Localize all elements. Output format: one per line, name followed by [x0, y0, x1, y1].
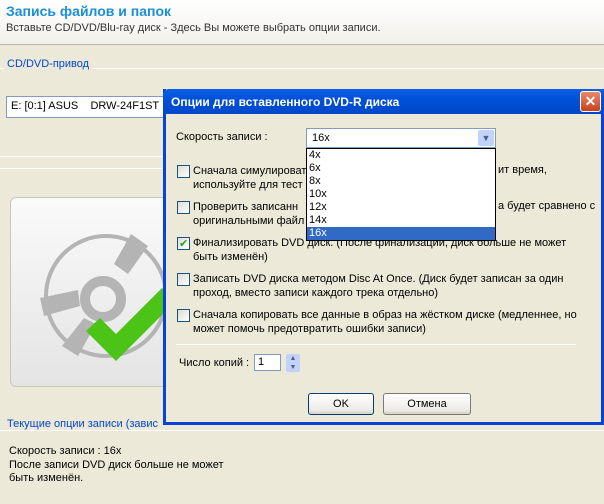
current-speed: Скорость записи : 16x — [9, 445, 122, 457]
speed-option[interactable]: 14x — [307, 214, 495, 227]
speed-select[interactable]: 16x ▼ — [306, 128, 496, 148]
dialog-title: Опции для вставленного DVD-R диска — [171, 95, 400, 109]
page-title: Запись файлов и папок — [6, 3, 172, 19]
cancel-button[interactable]: Отмена — [383, 393, 471, 415]
drive-select[interactable]: E: [0:1] ASUS DRW-24F1ST — [6, 96, 176, 118]
speed-option[interactable]: 10x — [307, 188, 495, 201]
disc-check-icon — [40, 234, 176, 361]
header: Запись файлов и папок Вставьте CD/DVD/Bl… — [0, 0, 604, 45]
speed-option[interactable]: 6x — [307, 162, 495, 175]
spin-down-icon[interactable]: ▼ — [286, 363, 300, 372]
copies-label: Число копий : — [179, 357, 250, 369]
option-line: проход, вместо записи каждого трека отде… — [193, 287, 439, 299]
option-label: Записать DVD диска методом Disc At Once.… — [193, 272, 583, 300]
current-note: После записи DVD диск больше не может — [9, 458, 224, 471]
option-line: быть изменён) — [193, 251, 268, 263]
option-label-tail: а будет сравнено с — [498, 200, 596, 212]
current-note: быть изменён. — [9, 472, 84, 484]
option-label-tail: ит время, — [498, 164, 547, 176]
speed-dropdown-list: 4x 6x 8x 10x 12x 14x 16x — [306, 148, 496, 241]
option-checkbox[interactable] — [177, 237, 190, 250]
drive-group-label: CD/DVD-привод — [4, 58, 93, 70]
divider — [176, 344, 576, 345]
speed-label: Скорость записи : — [176, 131, 268, 143]
option-line: Сначала копировать все данные в образ на… — [193, 309, 577, 321]
option-checkbox[interactable] — [177, 165, 190, 178]
copies-input[interactable]: 1 — [254, 354, 281, 371]
divider — [0, 430, 604, 431]
option-line: Записать DVD диска методом Disc At Once.… — [193, 273, 564, 285]
spin-up-icon[interactable]: ▲ — [286, 354, 300, 363]
current-options-label: Текущие опции записи (завис — [4, 418, 162, 430]
speed-option[interactable]: 4x — [307, 149, 495, 162]
speed-option[interactable]: 8x — [307, 175, 495, 188]
option-label: Сначала копировать все данные в образ на… — [193, 308, 583, 336]
close-button[interactable]: ✕ — [580, 91, 601, 112]
speed-option-selected[interactable]: 16x — [307, 227, 495, 240]
page-subtitle: Вставьте CD/DVD/Blu-ray диск - Здесь Вы … — [6, 22, 381, 34]
burn-button[interactable] — [10, 197, 180, 387]
current-options: Скорость записи : 16x После записи DVD д… — [9, 445, 224, 486]
chevron-down-icon[interactable]: ▼ — [478, 130, 494, 146]
ok-button[interactable]: OK — [308, 393, 374, 415]
option-checkbox[interactable] — [177, 201, 190, 214]
copies-spinner[interactable]: ▲ ▼ — [286, 354, 300, 372]
dialog-title-bar[interactable]: Опции для вставленного DVD-R диска ✕ — [163, 89, 604, 114]
option-line: может помочь предотвратить ошибки записи… — [193, 323, 426, 335]
speed-option[interactable]: 12x — [307, 201, 495, 214]
option-checkbox[interactable] — [177, 309, 190, 322]
speed-value: 16x — [312, 132, 330, 144]
options-dialog: Опции для вставленного DVD-R диска ✕ Ско… — [163, 89, 604, 425]
option-checkbox[interactable] — [177, 273, 190, 286]
